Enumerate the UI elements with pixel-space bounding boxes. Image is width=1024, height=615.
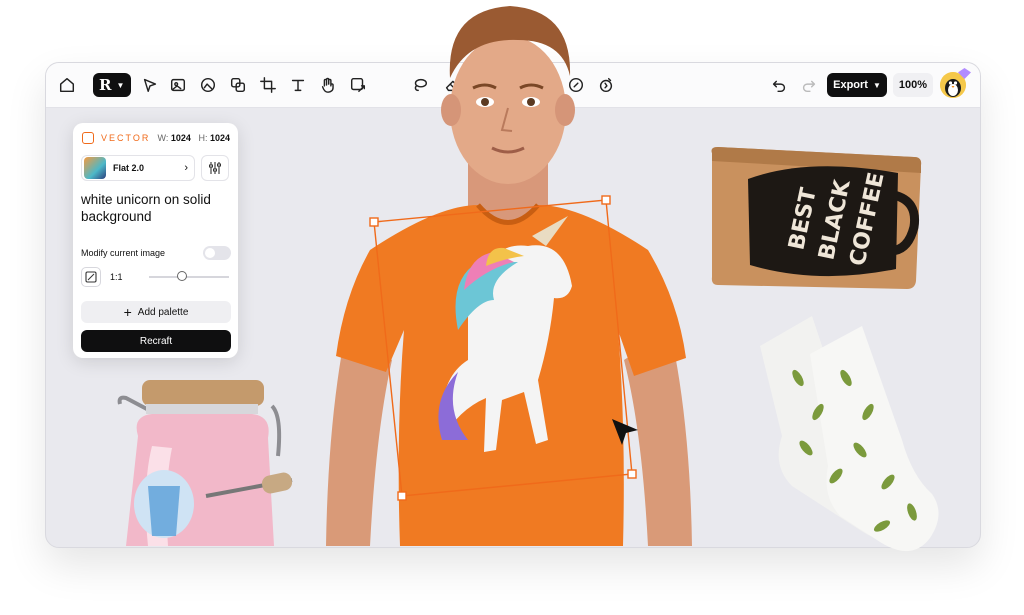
zoom-level[interactable]: 100% (893, 73, 933, 97)
image-type-label[interactable]: VECTOR (101, 133, 150, 143)
export-label: Export (833, 79, 868, 91)
pointer-icon[interactable] (139, 74, 161, 96)
add-palette-label: Add palette (137, 306, 189, 318)
aspect-ratio-label: 1:1 (110, 272, 123, 282)
vector-icon (82, 132, 94, 144)
sliders-icon (209, 162, 221, 174)
width-label: W: (157, 133, 169, 143)
crop-icon[interactable] (257, 74, 279, 96)
panel-header: VECTOR W: 1024 H: 1024 (82, 131, 230, 145)
layers-icon[interactable] (227, 74, 249, 96)
modify-label: Modify current image (81, 248, 166, 258)
undo-icon[interactable] (768, 74, 790, 96)
chevron-down-icon: ▼ (872, 80, 881, 90)
man-figure-image[interactable] (318, 0, 698, 546)
logo-menu-button[interactable]: R ▼ (93, 73, 131, 97)
aspect-ratio-icon[interactable] (81, 267, 101, 287)
style-selector[interactable]: Flat 2.0 › (81, 155, 195, 181)
width-value: 1024 (170, 133, 191, 143)
milk-jug-image[interactable] (112, 376, 302, 546)
frame-icon[interactable] (167, 74, 189, 96)
export-button[interactable]: Export ▼ (827, 73, 887, 97)
height-label: H: (198, 133, 208, 143)
chevron-down-icon: ▼ (116, 80, 125, 90)
cursor-arrow-icon (612, 419, 638, 445)
logo-icon: R (99, 76, 112, 94)
coffee-bag-image[interactable]: BEST BLACK COFFEE (708, 143, 928, 295)
style-name: Flat 2.0 (113, 163, 145, 173)
dimensions-label[interactable]: W: 1024 H: 1024 (158, 133, 230, 143)
generation-panel: VECTOR W: 1024 H: 1024 Flat 2.0 › white … (73, 123, 238, 358)
recraft-button[interactable]: Recraft (81, 330, 231, 352)
style-thumbnail (84, 157, 106, 179)
text-icon[interactable] (287, 74, 309, 96)
modify-current-image-row: Modify current image (81, 245, 231, 261)
redo-icon[interactable] (798, 74, 820, 96)
height-value: 1024 (209, 133, 230, 143)
settings-sliders-button[interactable] (201, 155, 229, 181)
home-icon[interactable] (56, 74, 78, 96)
prompt-text[interactable]: white unicorn on solid background (81, 191, 231, 225)
ratio-slider-track[interactable] (149, 276, 229, 278)
ratio-slider-handle[interactable] (177, 271, 187, 281)
plus-icon: + (123, 304, 132, 320)
socks-image[interactable] (742, 316, 942, 562)
chevron-right-icon: › (184, 162, 188, 174)
aspect-ratio-row: 1:1 (81, 266, 231, 288)
add-palette-button[interactable]: + Add palette (81, 301, 231, 323)
modify-toggle[interactable] (203, 246, 231, 260)
image-icon[interactable] (197, 74, 219, 96)
